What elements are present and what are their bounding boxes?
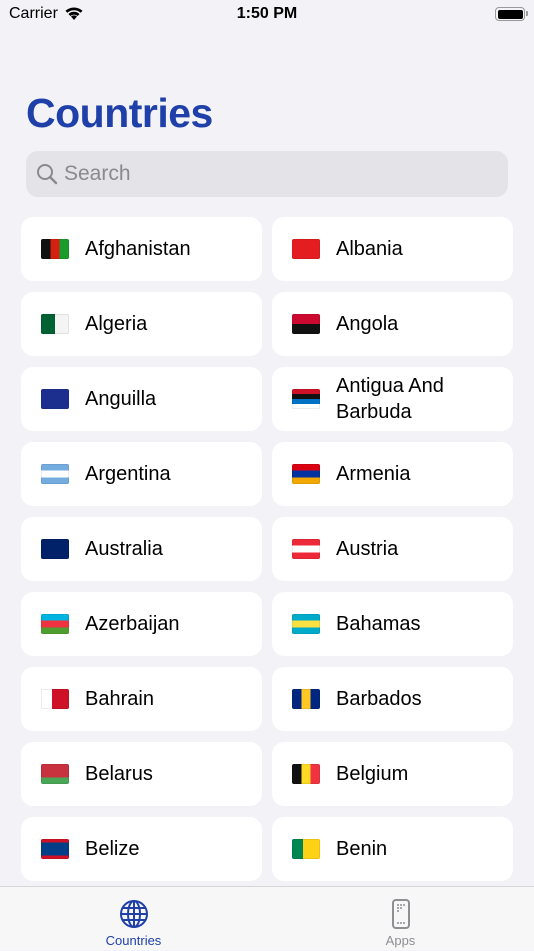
flag-icon — [41, 614, 69, 634]
status-bar: Carrier 1:50 PM — [0, 0, 534, 28]
country-name: Australia — [85, 538, 163, 560]
flag-icon — [41, 464, 69, 484]
country-name: Bahamas — [336, 613, 421, 635]
flag-icon — [292, 689, 320, 709]
country-name: Azerbaijan — [85, 613, 180, 635]
flag-icon — [41, 314, 69, 334]
country-name: Afghanistan — [85, 238, 191, 260]
clock: 1:50 PM — [236, 5, 298, 22]
search-bar[interactable] — [26, 151, 508, 197]
country-card[interactable]: Belarus — [21, 742, 262, 806]
country-name: Argentina — [85, 463, 171, 485]
country-name: Anguilla — [85, 388, 157, 410]
country-grid: Afghanistan Albania Algeria Angola Anguilla A… — [21, 217, 513, 881]
tab-countries[interactable]: Countries — [0, 887, 267, 951]
country-card[interactable]: Anguilla — [21, 367, 262, 431]
country-card[interactable]: Bahrain — [21, 667, 262, 731]
country-card[interactable]: Barbados — [272, 667, 513, 731]
country-card[interactable]: Bahamas — [272, 592, 513, 656]
flag-icon — [41, 389, 69, 409]
country-name: Bahrain — [85, 688, 154, 710]
flag-icon — [292, 464, 320, 484]
country-card[interactable]: Australia — [21, 517, 262, 581]
country-name: Barbados — [336, 688, 422, 710]
flag-icon — [292, 314, 320, 334]
flag-icon — [292, 764, 320, 784]
country-name: Antigua And Barbuda — [336, 375, 444, 423]
country-name: Austria — [336, 538, 399, 560]
tab-apps[interactable]: Apps — [267, 887, 534, 951]
country-card[interactable]: Argentina — [21, 442, 262, 506]
globe-icon — [119, 900, 148, 928]
flag-icon — [41, 539, 69, 559]
country-name: Benin — [336, 838, 388, 860]
search-icon — [37, 164, 58, 185]
flag-icon — [41, 239, 69, 259]
country-card[interactable]: Benin — [272, 817, 513, 881]
country-name: Belgium — [336, 763, 409, 785]
tab-label: Apps — [385, 933, 416, 948]
country-card[interactable]: Afghanistan — [21, 217, 262, 281]
search-input[interactable] — [64, 151, 494, 197]
country-card[interactable]: Albania — [272, 217, 513, 281]
country-card[interactable]: Azerbaijan — [21, 592, 262, 656]
flag-icon — [41, 839, 69, 859]
country-name: Armenia — [336, 463, 411, 485]
battery-icon — [495, 7, 528, 21]
country-card[interactable]: Angola — [272, 292, 513, 356]
country-name: Angola — [336, 313, 399, 335]
country-card[interactable]: Belize — [21, 817, 262, 881]
country-card[interactable]: Austria — [272, 517, 513, 581]
country-card[interactable]: Algeria — [21, 292, 262, 356]
country-name: Belize — [85, 838, 140, 860]
country-name: Albania — [336, 238, 403, 260]
country-card[interactable]: Antigua And Barbuda — [272, 367, 513, 431]
flag-icon — [292, 389, 320, 409]
country-name: Belarus — [85, 763, 153, 785]
country-card[interactable]: Armenia — [272, 442, 513, 506]
flag-icon — [292, 539, 320, 559]
flag-icon — [41, 764, 69, 784]
tab-bar: Countries Apps — [0, 886, 534, 950]
phone-icon — [391, 899, 410, 929]
country-card[interactable]: Belgium — [272, 742, 513, 806]
page-title: Countries — [26, 90, 213, 136]
flag-icon — [41, 689, 69, 709]
flag-icon — [292, 239, 320, 259]
flag-icon — [292, 839, 320, 859]
tab-label: Countries — [105, 933, 162, 948]
country-name: Algeria — [85, 313, 148, 335]
flag-icon — [292, 614, 320, 634]
